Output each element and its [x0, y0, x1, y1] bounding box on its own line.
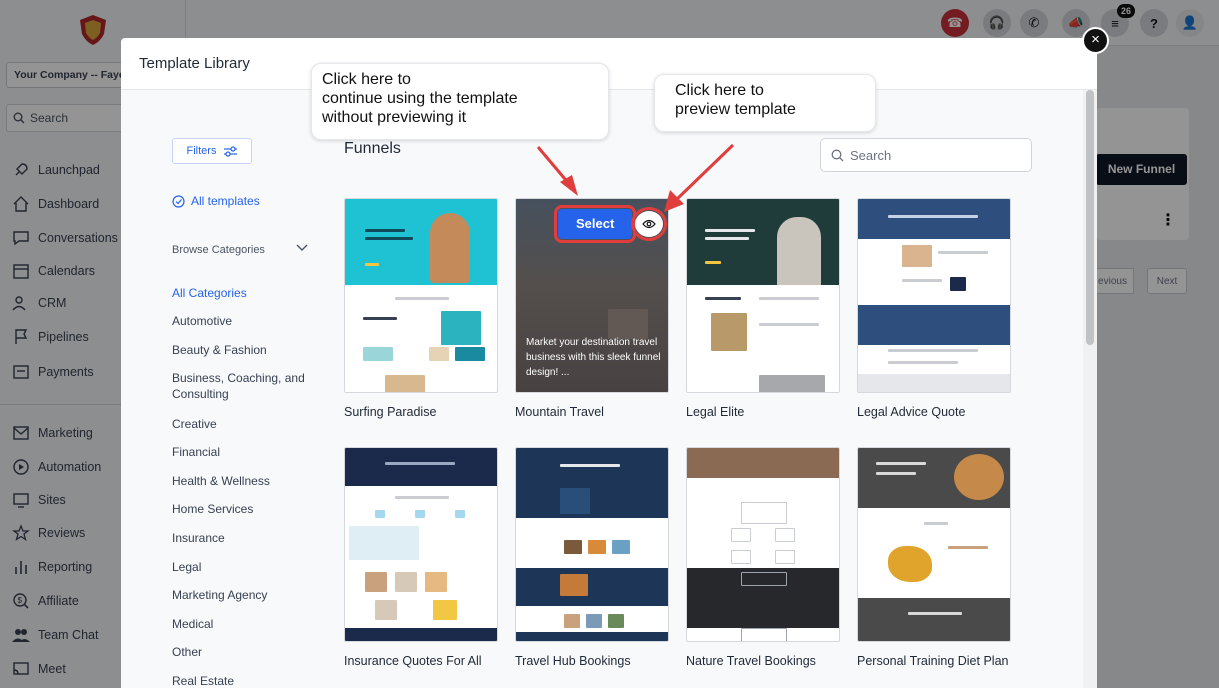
- template-name: Travel Hub Bookings: [515, 654, 631, 668]
- modal-scrollbar[interactable]: [1083, 90, 1097, 688]
- eye-icon: [642, 219, 656, 229]
- search-icon: [831, 149, 844, 161]
- check-circle-icon: [172, 194, 185, 208]
- category-beauty-fashion[interactable]: Beauty & Fashion: [172, 342, 307, 358]
- template-card-personal-training[interactable]: Personal Training Diet Plan: [857, 447, 1011, 668]
- template-card-legal-advice-quote[interactable]: Legal Advice Quote: [857, 198, 1011, 419]
- filters-button[interactable]: Filters: [172, 138, 252, 164]
- modal-header: Template Library: [121, 38, 1097, 90]
- template-search-input[interactable]: Search: [820, 138, 1032, 172]
- template-thumbnail[interactable]: [344, 198, 498, 393]
- chevron-down-icon: [296, 244, 308, 251]
- search-placeholder: Search: [850, 147, 892, 163]
- template-name: Nature Travel Bookings: [686, 654, 816, 668]
- select-hint-callout: Click here to continue using the templat…: [311, 63, 609, 140]
- category-financial[interactable]: Financial: [172, 444, 307, 460]
- category-health-wellness[interactable]: Health & Wellness: [172, 473, 307, 489]
- template-library-modal: Template Library Filters All templates B…: [121, 38, 1097, 688]
- template-name: Mountain Travel: [515, 405, 604, 419]
- all-templates-label: All templates: [191, 194, 260, 208]
- preview-hint-callout: Click here to preview template: [654, 74, 876, 132]
- template-card-surfing-paradise[interactable]: Surfing Paradise: [344, 198, 498, 419]
- template-thumbnail[interactable]: Select Market your destination travel bu…: [515, 198, 669, 393]
- browse-categories-label: Browse Categories: [172, 244, 265, 256]
- template-card-legal-elite[interactable]: Legal Elite: [686, 198, 840, 419]
- category-marketing-agency[interactable]: Marketing Agency: [172, 587, 307, 603]
- category-legal[interactable]: Legal: [172, 559, 307, 575]
- category-automotive[interactable]: Automotive: [172, 313, 307, 329]
- select-template-button[interactable]: Select: [553, 205, 637, 243]
- close-modal-button[interactable]: ×: [1082, 27, 1109, 54]
- preview-template-button[interactable]: [631, 207, 667, 241]
- category-home-services[interactable]: Home Services: [172, 501, 307, 517]
- modal-scroll-thumb[interactable]: [1086, 90, 1094, 345]
- category-all[interactable]: All Categories: [172, 285, 307, 301]
- template-thumbnail[interactable]: [515, 447, 669, 642]
- category-medical[interactable]: Medical: [172, 616, 307, 632]
- category-creative[interactable]: Creative: [172, 416, 307, 432]
- template-name: Insurance Quotes For All: [344, 654, 482, 668]
- filters-label: Filters: [186, 145, 217, 157]
- template-name: Legal Elite: [686, 405, 745, 419]
- category-real-estate[interactable]: Real Estate: [172, 673, 307, 688]
- filter-sliders-icon: [224, 145, 238, 157]
- modal-title: Template Library: [139, 55, 250, 72]
- modal-body: Filters All templates Browse Categories …: [121, 90, 1083, 688]
- category-business-coaching[interactable]: Business, Coaching, and Consulting: [172, 370, 307, 402]
- template-thumbnail[interactable]: [344, 447, 498, 642]
- category-other[interactable]: Other: [172, 644, 307, 660]
- all-templates-link[interactable]: All templates: [172, 194, 260, 208]
- template-description: Market your destination travel business …: [526, 337, 661, 378]
- template-name: Personal Training Diet Plan: [857, 654, 1009, 668]
- template-name: Legal Advice Quote: [857, 405, 966, 419]
- template-thumbnail[interactable]: [857, 198, 1011, 393]
- browse-categories-toggle[interactable]: Browse Categories: [172, 244, 308, 256]
- template-thumbnail[interactable]: [686, 447, 840, 642]
- template-thumbnail[interactable]: [857, 447, 1011, 642]
- template-name: Surfing Paradise: [344, 405, 437, 419]
- template-card-insurance-quotes[interactable]: Insurance Quotes For All: [344, 447, 498, 668]
- category-insurance[interactable]: Insurance: [172, 530, 307, 546]
- template-card-mountain-travel[interactable]: Select Market your destination travel bu…: [515, 198, 669, 419]
- template-card-travel-hub[interactable]: Travel Hub Bookings: [515, 447, 669, 668]
- template-thumbnail[interactable]: [686, 198, 840, 393]
- section-title: Funnels: [344, 140, 401, 157]
- template-card-nature-travel[interactable]: Nature Travel Bookings: [686, 447, 840, 668]
